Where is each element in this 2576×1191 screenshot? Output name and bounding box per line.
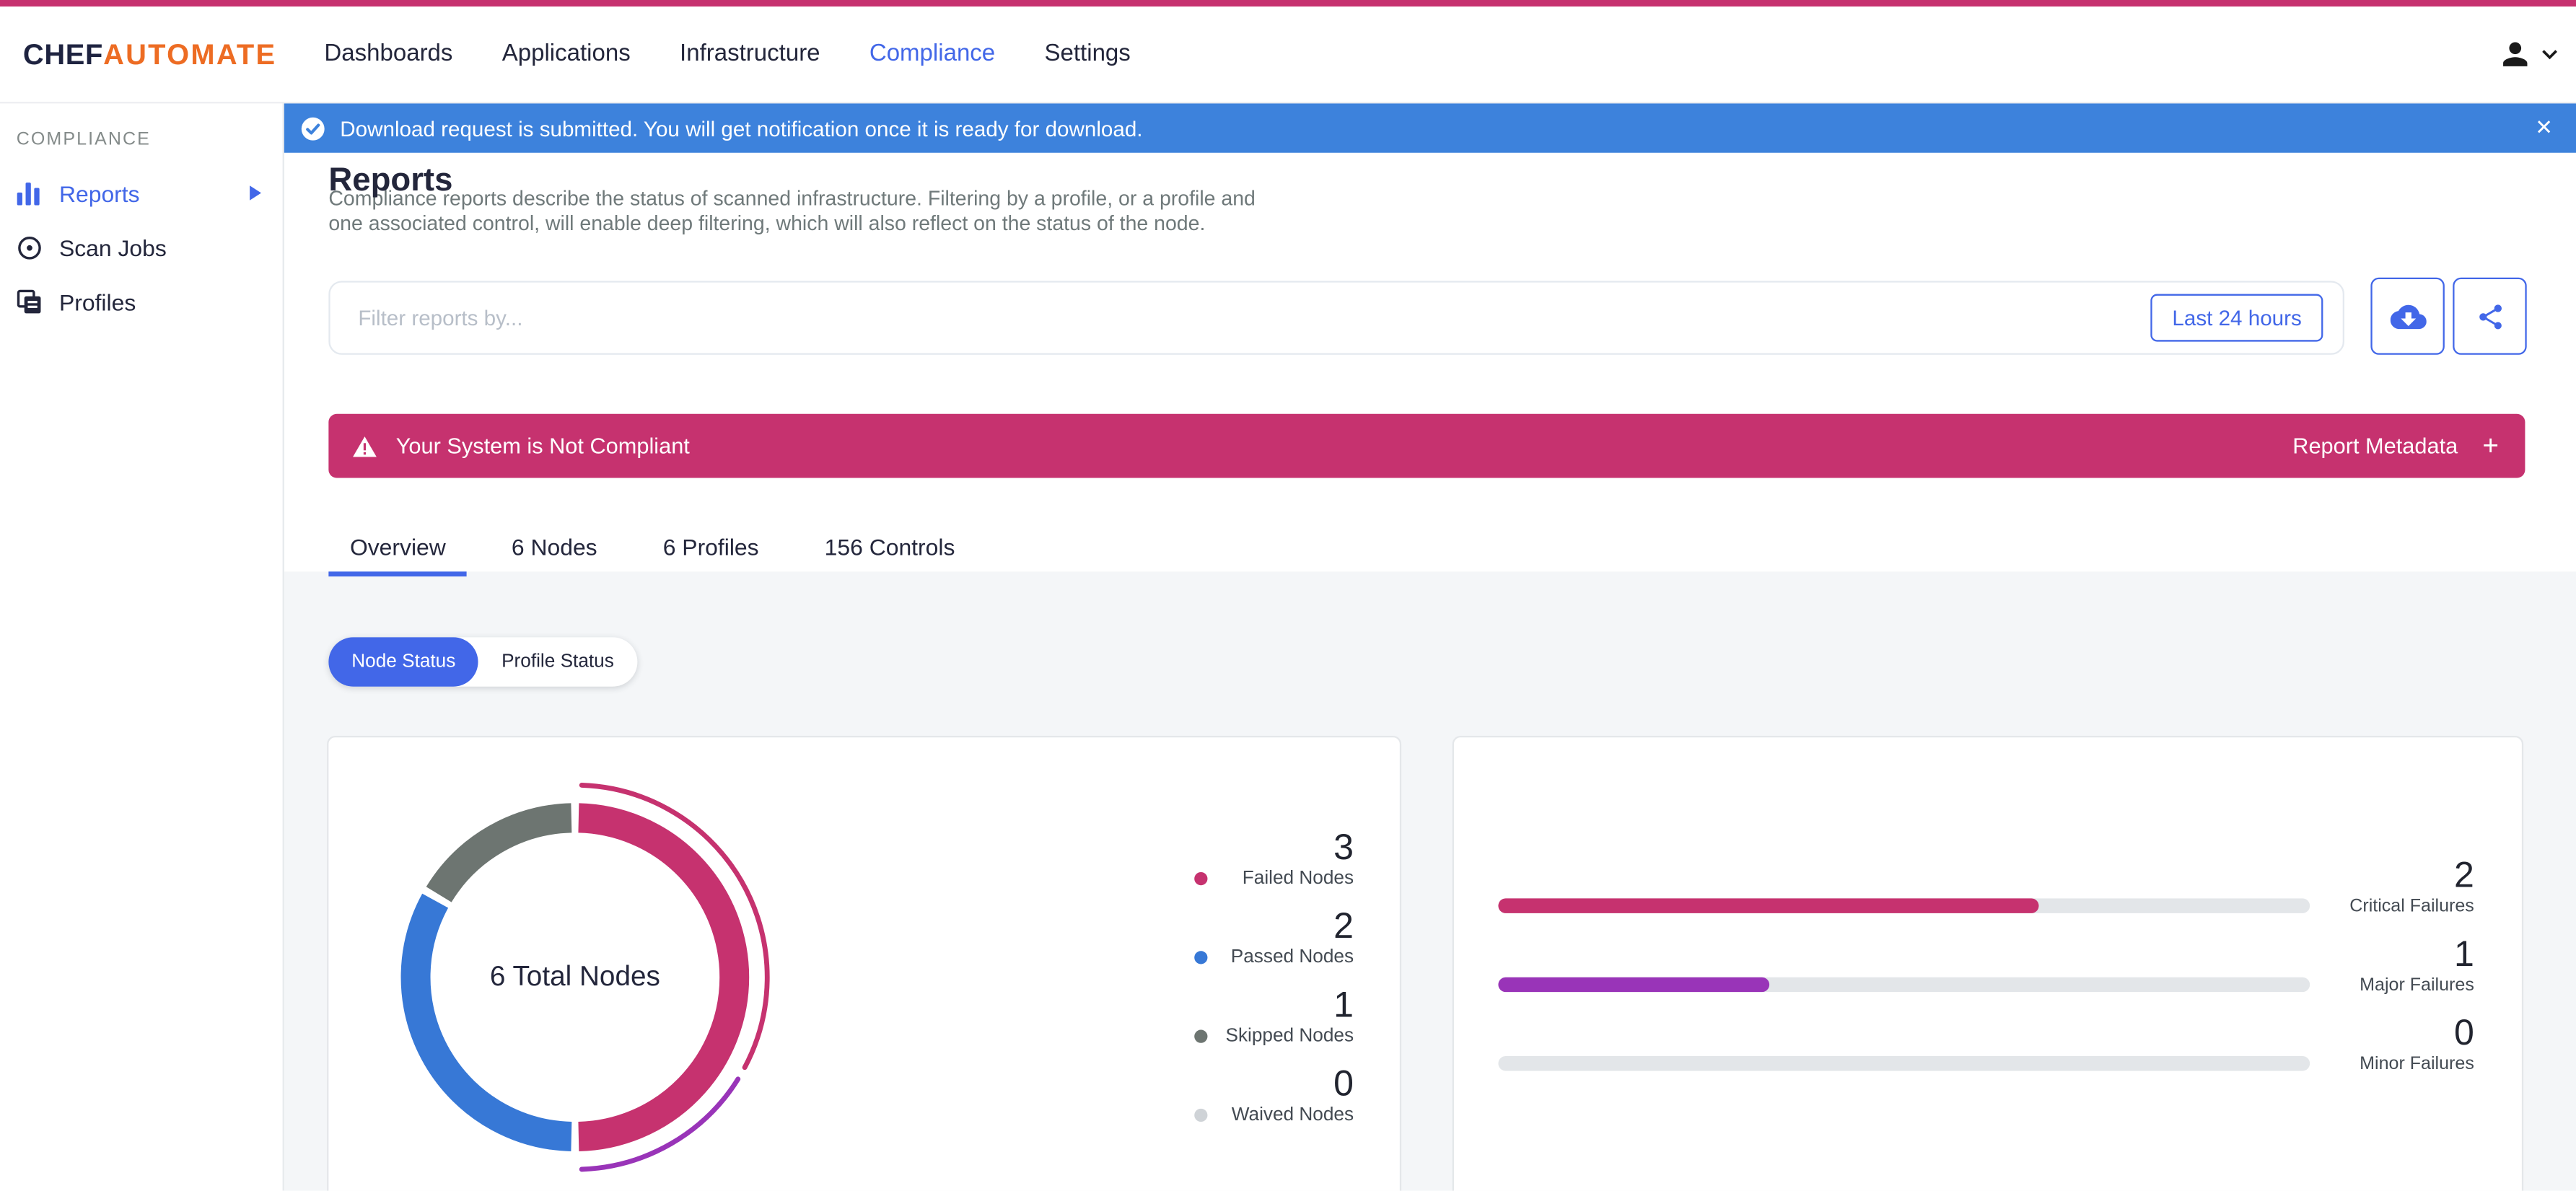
scanner-icon [17,234,45,260]
sidebar-item-label: Profiles [58,288,136,315]
nav-item-applications[interactable]: Applications [502,41,631,67]
user-menu[interactable] [2497,6,2558,102]
compliance-status-banner: Your System is Not Compliant Report Meta… [328,413,2525,478]
bar-label: Major Failures [2360,975,2474,996]
legend-label: Skipped Nodes [1225,1025,1354,1046]
failure-severity-card: 2 Critical Failures 1 Major Failures 0 M… [1452,736,2524,1191]
sidebar-item-label: Reports [58,180,140,206]
donut-segment-passed-nodes[interactable] [400,893,572,1151]
donut-legend: 3 Failed Nodes 2 Passed Nodes 1 Skipped … [1194,826,1354,1143]
bar-track [1498,977,2310,993]
failure-severity-bars: 2 Critical Failures 1 Major Failures 0 M… [1498,853,2474,1092]
bar-row-critical-failures: 2 Critical Failures [1498,853,2474,917]
legend-dot [1194,871,1208,885]
top-nav: CHEFAUTOMATE Dashboards Applications Inf… [0,6,2576,104]
bar-row-minor-failures: 0 Minor Failures [1498,1011,2474,1075]
legend-passed-nodes[interactable]: 2 Passed Nodes [1194,905,1354,967]
legend-dot [1194,1029,1208,1042]
node-status-donut-chart[interactable]: 6 Total Nodes [345,747,805,1191]
legend-count: 2 [1333,905,1354,946]
top-nav-items: Dashboards Applications Infrastructure C… [324,41,1130,67]
bar-count: 1 [2453,933,2474,975]
legend-waived-nodes[interactable]: 0 Waived Nodes [1194,1063,1354,1125]
toggle-option-profile-status[interactable]: Profile Status [478,637,636,686]
donut-segment-failed-nodes[interactable] [578,803,750,1151]
chef-automate-logo[interactable]: CHEFAUTOMATE [23,37,277,71]
toggle-option-node-status[interactable]: Node Status [328,637,479,687]
donut-segment-skipped-nodes[interactable] [426,803,572,902]
share-button[interactable] [2453,277,2527,355]
legend-dot [1194,950,1208,964]
legend-label: Failed Nodes [1242,868,1354,888]
app-window: CHEFAUTOMATE Dashboards Applications Inf… [0,0,2576,1191]
report-metadata-label: Report Metadata [2292,434,2458,459]
legend-count: 1 [1333,983,1354,1025]
legend-count: 0 [1333,1063,1354,1104]
page-description-line2: one associated control, will enable deep… [328,211,1206,234]
tab-controls[interactable]: 156 Controls [803,522,976,576]
filter-input[interactable] [354,304,2151,332]
tab-overview[interactable]: Overview [328,522,468,577]
bar-track [1498,898,2310,913]
person-icon [2497,36,2533,72]
sidebar-item-profiles[interactable]: Profiles [0,274,283,328]
bar-label: Critical Failures [2349,897,2474,917]
donut-svg[interactable] [345,747,805,1191]
documents-icon [17,289,45,315]
nav-item-compliance[interactable]: Compliance [869,41,995,67]
page-description-line1: Compliance reports describe the status o… [328,187,1256,211]
main-content: Download request is submitted. You will … [284,103,2576,1191]
node-status-card: 6 Total Nodes 3 Failed Nodes 2 Passed No… [327,736,1402,1191]
brand-accent-bar [0,0,2576,7]
sidebar-item-scan-jobs[interactable]: Scan Jobs [0,220,283,274]
bar-label: Minor Failures [2360,1054,2474,1075]
bar-count: 2 [2453,853,2474,895]
legend-failed-nodes[interactable]: 3 Failed Nodes [1194,826,1354,889]
bar-track [1498,1055,2310,1071]
sidebar-item-label: Scan Jobs [58,234,167,260]
plus-icon: + [2482,430,2499,462]
bar-count: 0 [2453,1011,2474,1053]
filter-bar[interactable]: Last 24 hours [328,281,2344,355]
bar-chart-icon [17,182,45,205]
sidebar: COMPLIANCE Reports Scan Jobs Profiles [0,103,284,1191]
logo-automate: AUTOMATE [103,37,277,70]
page-description: Compliance reports describe the status o… [328,188,1256,235]
legend-label: Passed Nodes [1230,946,1354,967]
legend-skipped-nodes[interactable]: 1 Skipped Nodes [1194,985,1354,1046]
bar-fill [1498,977,1769,993]
close-icon[interactable]: ✕ [2528,103,2559,152]
share-icon [2475,302,2505,331]
warning-icon [351,434,377,457]
logo-chef: CHEF [22,37,104,70]
sidebar-section-label: COMPLIANCE [16,129,151,150]
nav-item-infrastructure[interactable]: Infrastructure [680,41,820,67]
arrow-right-icon [250,185,262,201]
tab-profiles[interactable]: 6 Profiles [641,522,780,576]
download-button[interactable] [2370,277,2445,355]
chevron-down-icon [2541,48,2558,60]
notification-banner: Download request is submitted. You will … [284,103,2576,153]
report-metadata-toggle[interactable]: Report Metadata + [2292,432,2499,460]
nav-item-dashboards[interactable]: Dashboards [324,41,452,67]
notification-message: Download request is submitted. You will … [340,115,1143,141]
bar-row-major-failures: 1 Major Failures [1498,933,2474,996]
time-range-button[interactable]: Last 24 hours [2150,294,2323,342]
bar-fill [1498,898,2040,913]
cloud-download-icon [2389,298,2426,334]
check-circle-icon [301,116,325,141]
legend-label: Waived Nodes [1231,1104,1354,1125]
status-toggle: Node Status Profile Status [328,637,637,687]
tab-nodes[interactable]: 6 Nodes [490,522,618,576]
page-title: Reports [328,163,453,200]
report-tabs: Overview 6 Nodes 6 Profiles 156 Controls [328,522,976,577]
sidebar-item-reports[interactable]: Reports [0,166,283,220]
nav-item-settings[interactable]: Settings [1045,41,1131,67]
status-message: Your System is Not Compliant [395,434,690,459]
legend-count: 3 [1333,826,1354,868]
legend-dot [1194,1107,1208,1121]
